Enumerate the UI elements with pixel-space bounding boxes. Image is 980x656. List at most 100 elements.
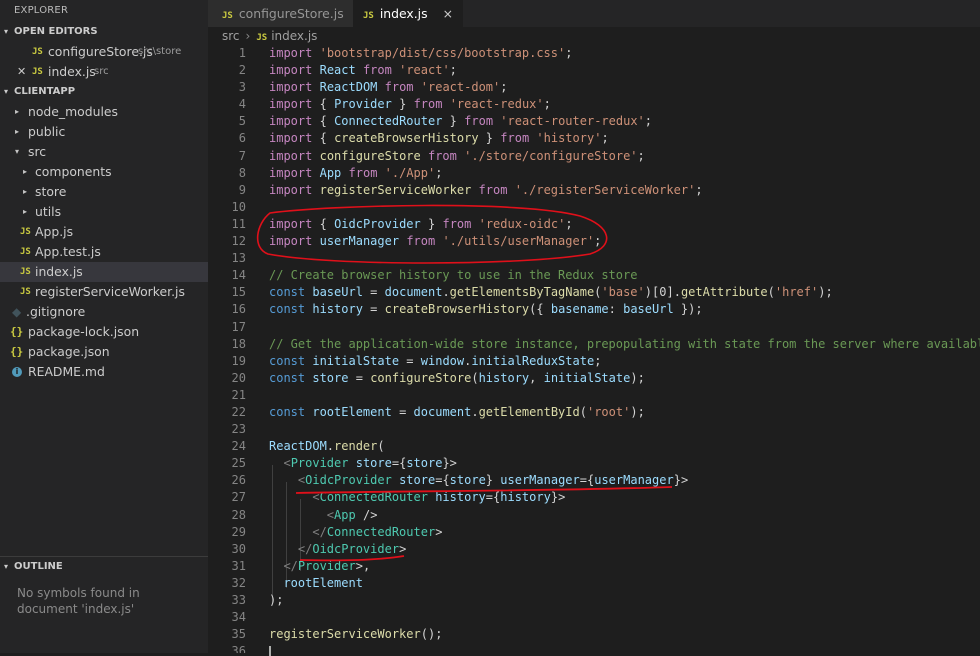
js-icon: JS <box>363 11 374 21</box>
tab-index[interactable]: JS index.js × <box>353 0 463 27</box>
code-line[interactable]: 22 const rootElement = document.getElemen… <box>208 404 980 421</box>
open-editor-path: src <box>94 66 109 77</box>
tree-item-index-js[interactable]: JS index.js <box>0 262 208 282</box>
code-line[interactable]: 28 <App /> <box>208 507 980 524</box>
line-number: 23 <box>231 422 246 437</box>
code-text: import registerServiceWorker from './reg… <box>269 182 703 197</box>
code-line[interactable]: 11 import { OidcProvider } from 'redux-oi… <box>208 216 980 233</box>
code-line[interactable]: 34 <box>208 609 980 626</box>
tree-item-node-modules[interactable]: ▸ node_modules <box>0 102 208 122</box>
code-line[interactable]: 12 import userManager from './utils/userM… <box>208 233 980 250</box>
code-line[interactable]: 33); <box>208 592 980 609</box>
code-text: import React from 'react'; <box>269 63 457 78</box>
code-line[interactable]: 3 import ReactDOM from 'react-dom'; <box>208 79 980 96</box>
tree-item-components[interactable]: ▸ components <box>0 162 208 182</box>
code-line[interactable]: 19 const initialState = window.initialRed… <box>208 353 980 370</box>
breadcrumb: src › JS index.js <box>208 27 317 45</box>
chevron-right-icon: ▸ <box>15 127 20 136</box>
tree-item-utils[interactable]: ▸ utils <box>0 202 208 222</box>
code-text: import userManager from './utils/userMan… <box>269 234 602 249</box>
code-line[interactable]: 29 </ConnectedRouter> <box>208 524 980 541</box>
code-line[interactable]: 6 import { createBrowserHistory } from 'h… <box>208 130 980 147</box>
code-line[interactable]: 15 const baseUrl = document.getElementsBy… <box>208 284 980 301</box>
code-line[interactable]: 13 <box>208 250 980 267</box>
code-text: rootElement <box>283 575 363 590</box>
code-text: </ConnectedRouter> <box>312 524 443 539</box>
line-number: 7 <box>238 148 246 163</box>
code-text: const history = createBrowserHistory({ b… <box>269 302 703 317</box>
breadcrumb-folder[interactable]: src <box>222 29 240 43</box>
code-text: import { Provider } from 'react-redux'; <box>269 97 551 112</box>
js-icon: JS <box>20 247 31 257</box>
chevron-right-icon: ▸ <box>23 187 28 196</box>
code-text: import App from './App'; <box>269 165 443 180</box>
tree-item-package-lock[interactable]: {} package-lock.json <box>0 322 208 342</box>
line-number: 2 <box>238 63 246 78</box>
code-line[interactable]: 16 const history = createBrowserHistory({… <box>208 301 980 318</box>
code-text: import { createBrowserHistory } from 'hi… <box>269 131 609 146</box>
js-icon: JS <box>20 227 31 237</box>
line-number: 5 <box>238 114 246 129</box>
code-line[interactable]: 24 ReactDOM.render( <box>208 438 980 455</box>
chevron-right-icon: ▸ <box>23 207 28 216</box>
line-number: 29 <box>231 524 246 539</box>
explorer-title: EXPLORER <box>14 5 69 16</box>
tree-item-gitignore[interactable]: ◆ .gitignore <box>0 302 208 322</box>
line-number: 17 <box>231 319 246 334</box>
code-line[interactable]: 21 <box>208 387 980 404</box>
code-line[interactable]: 32 rootElement <box>208 575 980 592</box>
info-icon: i <box>12 367 22 377</box>
code-line[interactable]: 9 import registerServiceWorker from './re… <box>208 182 980 199</box>
chevron-down-icon: ▾ <box>4 562 9 571</box>
code-text: const baseUrl = document.getElementsByTa… <box>269 285 833 300</box>
line-number: 20 <box>231 370 246 385</box>
code-line[interactable]: 5 import { ConnectedRouter } from 'react-… <box>208 113 980 130</box>
tab-configurestore[interactable]: JS configureStore.js <box>208 0 353 27</box>
code-line[interactable]: 7 import configureStore from './store/con… <box>208 148 980 165</box>
tree-item-src[interactable]: ▾ src <box>0 142 208 162</box>
code-line[interactable]: 20 const store = configureStore(history, … <box>208 370 980 387</box>
line-number: 11 <box>231 216 246 231</box>
close-icon[interactable]: × <box>443 0 453 27</box>
tree-item-public[interactable]: ▸ public <box>0 122 208 142</box>
code-line[interactable]: 26 <OidcProvider store={store} userManag… <box>208 472 980 489</box>
code-editor[interactable]: 1 import 'bootstrap/dist/css/bootstrap.cs… <box>208 45 980 653</box>
code-line[interactable]: 10 <box>208 199 980 216</box>
line-number: 4 <box>238 97 246 112</box>
line-number: 30 <box>231 541 246 556</box>
code-line[interactable]: 23 <box>208 421 980 438</box>
open-editor-index[interactable]: ✕ JS index.js src <box>0 62 208 82</box>
line-number: 13 <box>231 251 246 266</box>
code-line[interactable]: 17 <box>208 319 980 336</box>
code-line[interactable]: 2 import React from 'react'; <box>208 62 980 79</box>
code-line[interactable]: 14 // Create browser history to use in th… <box>208 267 980 284</box>
chevron-right-icon: ▸ <box>23 167 28 176</box>
code-line[interactable]: 27 <ConnectedRouter history={history}> <box>208 489 980 506</box>
tree-item-readme[interactable]: i README.md <box>0 362 208 382</box>
line-number: 21 <box>231 387 246 402</box>
code-line[interactable]: 25 <Provider store={store}> <box>208 455 980 472</box>
breadcrumb-file[interactable]: index.js <box>271 29 317 43</box>
open-editors-header[interactable]: ▾ OPEN EDITORS <box>0 22 208 42</box>
code-line[interactable]: 1 import 'bootstrap/dist/css/bootstrap.cs… <box>208 45 980 62</box>
tree-item-app-js[interactable]: JS App.js <box>0 222 208 242</box>
code-line[interactable]: 35 registerServiceWorker(); <box>208 626 980 643</box>
code-line[interactable]: 36 <box>208 643 980 653</box>
tree-item-registerserviceworker[interactable]: JS registerServiceWorker.js <box>0 282 208 302</box>
tree-item-package-json[interactable]: {} package.json <box>0 342 208 362</box>
tab-label: configureStore.js <box>238 6 344 21</box>
tree-item-store[interactable]: ▸ store <box>0 182 208 202</box>
code-line[interactable]: 8 import App from './App'; <box>208 165 980 182</box>
line-number: 35 <box>231 627 246 642</box>
code-line[interactable]: 18 // Get the application-wide store inst… <box>208 336 980 353</box>
code-line[interactable]: 30 </OidcProvider> <box>208 541 980 558</box>
line-number: 10 <box>231 199 246 214</box>
code-line[interactable]: 31 </Provider>, <box>208 558 980 575</box>
tree-item-app-test-js[interactable]: JS App.test.js <box>0 242 208 262</box>
open-editor-configurestore[interactable]: JS configureStore.js src\store <box>0 42 208 62</box>
code-text: import configureStore from './store/conf… <box>269 148 645 163</box>
project-header[interactable]: ▾ CLIENTAPP <box>0 82 208 102</box>
outline-header[interactable]: ▾ OUTLINE <box>0 557 208 577</box>
close-icon[interactable]: ✕ <box>17 62 26 82</box>
code-line[interactable]: 4 import { Provider } from 'react-redux'; <box>208 96 980 113</box>
